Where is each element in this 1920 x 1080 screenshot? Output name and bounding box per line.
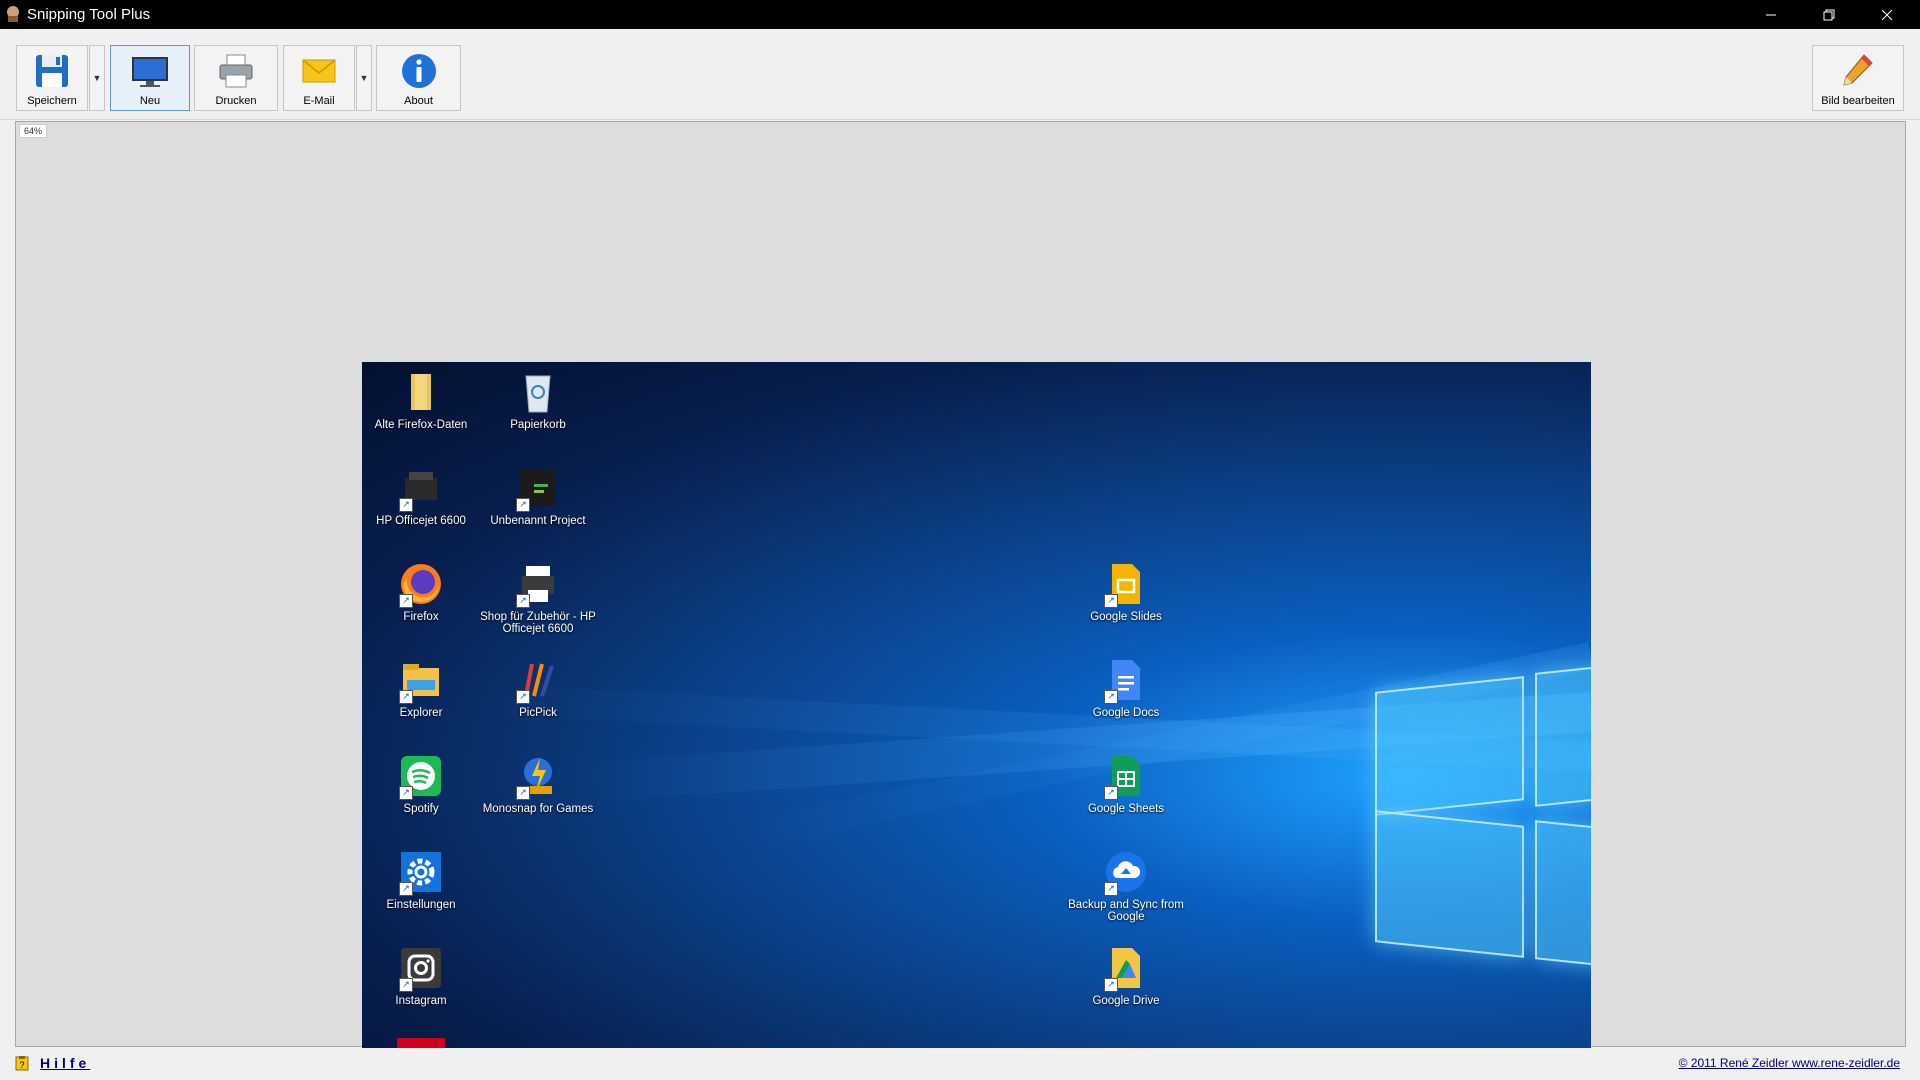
monitor-icon bbox=[132, 57, 168, 87]
help-link[interactable]: Hilfe bbox=[40, 1055, 90, 1071]
desktop-icon-label: Backup and Sync from Google bbox=[1068, 899, 1184, 923]
email-button[interactable]: E-Mail bbox=[283, 45, 355, 111]
desktop-icon-label: Papierkorb bbox=[510, 419, 566, 431]
desktop-icon[interactable]: ↗ Google Slides bbox=[1067, 560, 1185, 623]
email-label: E-Mail bbox=[303, 95, 335, 107]
desktop-icon[interactable]: ↗ Spotify bbox=[362, 752, 480, 815]
shortcut-arrow-icon: ↗ bbox=[516, 690, 530, 704]
shortcut-arrow-icon: ↗ bbox=[516, 594, 530, 608]
desktop-icon[interactable]: ↗ Firefox bbox=[362, 560, 480, 623]
new-button[interactable]: Neu bbox=[110, 45, 190, 111]
envelope-icon bbox=[302, 59, 336, 83]
desktop-icon-label: Spotify bbox=[403, 803, 439, 815]
window-title: Snipping Tool Plus bbox=[27, 6, 151, 23]
pencil-icon bbox=[1843, 54, 1873, 86]
desktop-icon-label: Monosnap for Games bbox=[482, 803, 594, 815]
desktop-icon-label: Einstellungen bbox=[386, 899, 456, 911]
printer-icon bbox=[219, 54, 253, 88]
close-button[interactable] bbox=[1858, 0, 1916, 29]
save-button[interactable]: Speichern bbox=[16, 45, 88, 111]
desktop-icon-label: Google Sheets bbox=[1087, 803, 1165, 815]
desktop-icon[interactable]: ↗ Google Docs bbox=[1067, 656, 1185, 719]
shortcut-arrow-icon: ↗ bbox=[516, 786, 530, 800]
desktop-icon-label: Google Drive bbox=[1092, 995, 1160, 1007]
desktop-icon-label: Google Docs bbox=[1092, 707, 1160, 719]
shortcut-arrow-icon: ↗ bbox=[1104, 786, 1118, 800]
desktop-icon-label: Shop für Zubehör - HP Officejet 6600 bbox=[480, 611, 596, 635]
shortcut-arrow-icon: ↗ bbox=[399, 498, 413, 512]
windows-logo-pane bbox=[1375, 676, 1524, 816]
desktop-icon[interactable]: ↗ Google Drive bbox=[1067, 944, 1185, 1007]
windows-logo-pane bbox=[1375, 810, 1524, 958]
desktop-icon[interactable]: ↗ PicPick bbox=[479, 656, 597, 719]
desktop-icon[interactable]: ↗ Backup and Sync from Google bbox=[1067, 848, 1185, 923]
desktop-icon-label: HP Officejet 6600 bbox=[376, 515, 466, 527]
help-icon: ? bbox=[15, 1056, 29, 1071]
minimize-button[interactable] bbox=[1742, 0, 1800, 29]
desktop-icon-label: Google Slides bbox=[1090, 611, 1162, 623]
chevron-down-icon: ▼ bbox=[92, 73, 102, 83]
toolbar: Speichern ▼ Neu Drucken E-Mail ▼ About B… bbox=[0, 29, 1920, 120]
info-icon bbox=[401, 54, 436, 88]
desktop-icon[interactable]: ↗ Instagram bbox=[362, 944, 480, 1007]
windows-logo-pane bbox=[1535, 665, 1591, 807]
desktop-icon-label: Unbenannt Project bbox=[490, 515, 586, 527]
edit-image-label: Bild bearbeiten bbox=[1821, 95, 1895, 107]
shortcut-arrow-icon: ↗ bbox=[1104, 690, 1118, 704]
desktop-icon[interactable]: ↗ HP Officejet 6600 bbox=[362, 464, 480, 527]
shortcut-arrow-icon: ↗ bbox=[399, 786, 413, 800]
desktop-icon-label: Firefox bbox=[403, 611, 439, 623]
copyright-link[interactable]: © 2011 René Zeidler www.rene-zeidler.de bbox=[1679, 1056, 1900, 1070]
desktop-icon[interactable]: ↗ Unbenannt Project bbox=[479, 464, 597, 527]
about-label: About bbox=[404, 95, 433, 107]
app-icon bbox=[7, 6, 19, 22]
desktop-icon[interactable]: ↗ Shop für Zubehör - HP Officejet 6600 bbox=[479, 560, 597, 635]
shortcut-arrow-icon: ↗ bbox=[1104, 978, 1118, 992]
desktop-icon[interactable]: ↗ Explorer bbox=[362, 656, 480, 719]
restore-icon bbox=[1823, 9, 1835, 20]
save-label: Speichern bbox=[27, 95, 77, 107]
image-canvas[interactable]: 64% Alte Firefox-Daten Papierkorb ↗ HP O… bbox=[15, 121, 1906, 1052]
close-icon bbox=[1881, 9, 1893, 20]
chevron-down-icon: ▼ bbox=[359, 73, 369, 83]
save-dropdown[interactable]: ▼ bbox=[89, 45, 105, 111]
edit-image-button[interactable]: Bild bearbeiten bbox=[1812, 45, 1904, 111]
email-dropdown[interactable]: ▼ bbox=[356, 45, 372, 111]
minimize-icon bbox=[1766, 14, 1776, 15]
status-bar: ? Hilfe © 2011 René Zeidler www.rene-zei… bbox=[0, 1048, 1920, 1080]
floppy-disk-icon bbox=[36, 55, 68, 87]
desktop-icon-label: PicPick bbox=[519, 707, 557, 719]
desktop-icon-label: Explorer bbox=[399, 707, 443, 719]
restore-button[interactable] bbox=[1800, 0, 1858, 29]
shortcut-arrow-icon: ↗ bbox=[399, 882, 413, 896]
print-button[interactable]: Drucken bbox=[194, 45, 278, 111]
screenshot-preview[interactable]: Alte Firefox-Daten Papierkorb ↗ HP Offic… bbox=[362, 362, 1591, 1052]
desktop-icon[interactable]: ↗ Einstellungen bbox=[362, 848, 480, 911]
windows-logo-pane bbox=[1535, 820, 1591, 967]
shortcut-arrow-icon: ↗ bbox=[1104, 594, 1118, 608]
about-button[interactable]: About bbox=[376, 45, 461, 111]
new-label: Neu bbox=[139, 95, 161, 107]
shortcut-arrow-icon: ↗ bbox=[399, 978, 413, 992]
desktop-icon[interactable]: Papierkorb bbox=[479, 368, 597, 431]
print-label: Drucken bbox=[215, 95, 257, 107]
shortcut-arrow-icon: ↗ bbox=[399, 594, 413, 608]
title-bar: Snipping Tool Plus bbox=[0, 0, 1920, 29]
folder-icon bbox=[411, 374, 431, 410]
desktop-icon[interactable]: Alte Firefox-Daten bbox=[362, 368, 480, 431]
recycle-bin-icon bbox=[525, 375, 551, 413]
shortcut-arrow-icon: ↗ bbox=[516, 498, 530, 512]
svg-text:?: ? bbox=[19, 1060, 24, 1070]
shortcut-arrow-icon: ↗ bbox=[399, 690, 413, 704]
desktop-icon-label: Instagram bbox=[395, 995, 447, 1007]
zoom-level: 64% bbox=[19, 124, 48, 138]
shortcut-arrow-icon: ↗ bbox=[1104, 882, 1118, 896]
desktop-icon-label: Alte Firefox-Daten bbox=[374, 419, 468, 431]
desktop-icon[interactable]: ↗ Monosnap for Games bbox=[479, 752, 597, 815]
desktop-icon[interactable]: ↗ Google Sheets bbox=[1067, 752, 1185, 815]
